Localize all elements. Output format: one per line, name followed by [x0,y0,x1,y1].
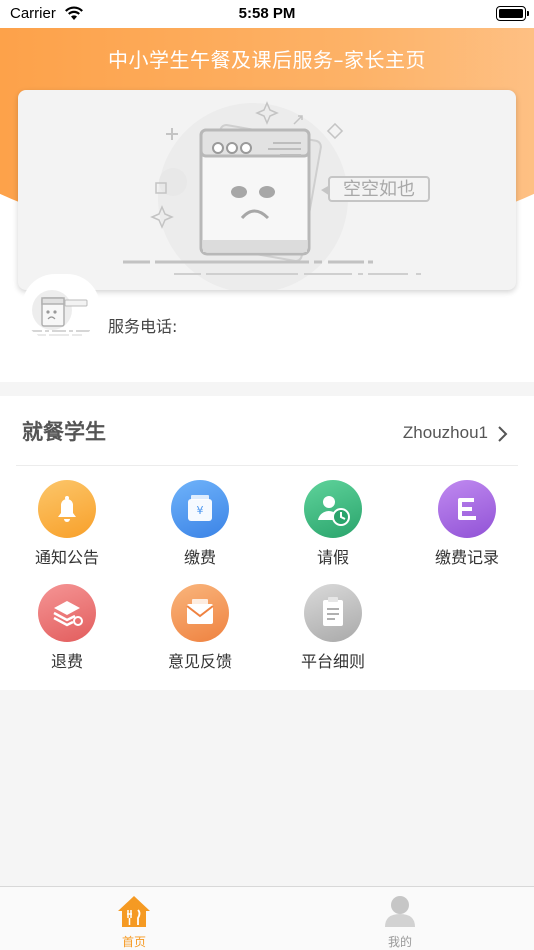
menu-label-payment: 缴费 [183,548,216,567]
tab-label-home: 首页 [121,935,146,949]
tab-mine[interactable]: 我的 [340,887,460,950]
status-time: 5:58 PM [238,5,296,22]
page-title: 中小学生午餐及课后服务–家长主页 [108,48,426,72]
menu-item-refund[interactable]: 退费 [12,584,122,684]
user-clock-icon [304,480,362,538]
service-phone-label: 服务电话: [108,317,178,336]
svg-text:¥: ¥ [197,504,204,517]
bell-icon [38,480,96,538]
menu-item-feedback[interactable]: 意见反馈 [145,584,255,684]
tab-bar: 首页 我的 [0,886,534,950]
menu-label-notice: 通知公告 [34,548,99,567]
menu-label-platform-rules: 平台细则 [300,652,365,671]
empty-state-icon [123,101,421,290]
empty-state-text: 空空如也 [328,176,430,202]
battery-icon [496,6,529,21]
banner-card[interactable]: 空空如也 [18,90,516,290]
student-name: Zhouzhou1 [402,423,488,442]
menu-item-leave[interactable]: 请假 [278,480,388,580]
school-avatar [22,274,100,340]
menu-label-payment-record: 缴费记录 [434,548,499,567]
empty-avatar-icon [28,290,94,336]
feedback-icon [171,584,229,642]
menu-item-notice[interactable]: 通知公告 [12,480,122,580]
wallet-icon: ¥ [171,480,229,538]
student-section: 就餐学生 Zhouzhou1 通知公告 ¥ 缴费 请假 缴费记录 退费 意见反馈… [0,396,534,690]
student-selector[interactable]: 就餐学生 Zhouzhou1 [0,396,534,466]
menu-item-payment[interactable]: ¥ 缴费 [145,480,255,580]
divider [16,465,518,466]
home-icon [118,896,150,927]
menu-item-platform-rules[interactable]: 平台细则 [278,584,388,684]
menu-label-leave: 请假 [316,548,349,567]
header-area: 中小学生午餐及课后服务–家长主页 空空如也 服务电话: [0,28,534,382]
layers-icon [38,584,96,642]
clipboard-icon [304,584,362,642]
status-bar: Carrier 5:58 PM [0,0,534,28]
chevron-right-icon [498,426,508,442]
tab-label-mine: 我的 [387,935,412,949]
user-icon [385,896,415,927]
menu-label-refund: 退费 [50,652,83,671]
student-section-title: 就餐学生 [22,420,106,444]
record-icon [438,480,496,538]
menu-label-feedback: 意见反馈 [167,652,232,671]
tab-home[interactable]: 首页 [74,887,194,950]
menu-item-payment-record[interactable]: 缴费记录 [412,480,522,580]
